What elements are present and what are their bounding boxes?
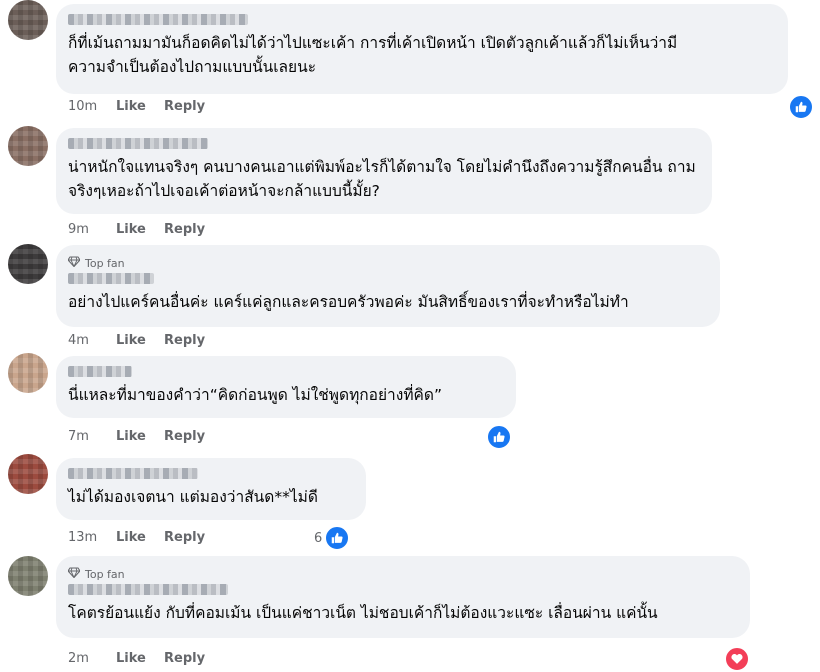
- comment-actions: 10m Like Reply: [68, 96, 205, 116]
- top-fan-label: Top fan: [85, 256, 125, 270]
- thumbs-up-icon: [324, 525, 351, 551]
- author-name-blurred[interactable]: [68, 138, 208, 149]
- comment-text-line: โคตรย้อนแย้ง กับที่คอมเม้น เป็นแค่ชาวเน็…: [68, 604, 658, 622]
- timestamp: 13m: [68, 529, 98, 545]
- reaction-summary[interactable]: [486, 424, 512, 450]
- reply-button[interactable]: Reply: [164, 99, 205, 114]
- comment-text-line: ไม่ได้มองเจตนา แต่มองว่าสันด**ไม่ดี: [68, 488, 318, 506]
- reply-button[interactable]: Reply: [164, 222, 205, 237]
- comment-actions: 9m Like Reply: [68, 219, 205, 239]
- diamond-icon: [67, 256, 85, 270]
- reply-button[interactable]: Reply: [164, 530, 205, 545]
- author-name-blurred[interactable]: [68, 366, 132, 377]
- timestamp: 2m: [68, 650, 89, 666]
- author-name-blurred[interactable]: [68, 273, 154, 284]
- reaction-summary[interactable]: [724, 646, 750, 672]
- top-fan-badge: Top fan: [67, 566, 738, 582]
- reaction-summary[interactable]: 6: [314, 525, 351, 551]
- reaction-summary[interactable]: [788, 94, 814, 120]
- like-button[interactable]: Like: [116, 429, 164, 444]
- like-button[interactable]: Like: [116, 651, 164, 666]
- reply-button[interactable]: Reply: [164, 651, 205, 666]
- top-fan-badge: Top fan: [67, 255, 708, 271]
- comment-bubble: ไม่ได้มองเจตนา แต่มองว่าสันด**ไม่ดี: [56, 458, 366, 520]
- comment-text-line: จริงๆเหอะถ้าไปเจอเค้าต่อหน้าจะกล้าแบบนี้…: [68, 182, 380, 200]
- avatar[interactable]: [8, 454, 48, 494]
- timestamp: 7m: [68, 428, 89, 444]
- thumbs-up-icon: [788, 94, 814, 120]
- comment-text-line: อย่างไปแคร์คนอื่นค่ะ แคร์แค่ลูกและครอบคร…: [68, 293, 629, 311]
- avatar[interactable]: [8, 244, 48, 284]
- comment-bubble: Top fan อย่างไปแคร์คนอื่นค่ะ แคร์แค่ลูกแล…: [56, 245, 720, 327]
- thumbs-up-icon: [486, 424, 512, 450]
- comment-text-line: ความจำเป็นต้องไปถามแบบนั้นเลยนะ: [68, 58, 317, 76]
- comment-bubble: Top fan โคตรย้อนแย้ง กับที่คอมเม้น เป็นแค…: [56, 556, 750, 638]
- avatar[interactable]: [8, 556, 48, 596]
- reply-button[interactable]: Reply: [164, 429, 205, 444]
- comment-text-line: ก็ที่เม้นถามมามันก็อดคิดไม่ได้ว่าไปแซะเค…: [68, 34, 678, 52]
- like-button[interactable]: Like: [116, 530, 164, 545]
- reply-button[interactable]: Reply: [164, 333, 205, 348]
- diamond-icon: [67, 567, 85, 581]
- like-button[interactable]: Like: [116, 333, 164, 348]
- top-fan-label: Top fan: [85, 567, 125, 581]
- timestamp: 4m: [68, 332, 89, 348]
- comment-text-line: น่าหนักใจแทนจริงๆ คนบางคนเอาแต่พิมพ์อะไร…: [68, 158, 696, 176]
- like-button[interactable]: Like: [116, 222, 164, 237]
- comment-bubble: น่าหนักใจแทนจริงๆ คนบางคนเอาแต่พิมพ์อะไร…: [56, 128, 712, 214]
- comment-bubble: นี่แหละที่มาของคำว่า“คิดก่อนพูด ไม่ใช่พู…: [56, 356, 516, 418]
- reaction-count: 6: [314, 530, 323, 546]
- avatar[interactable]: [8, 353, 48, 393]
- author-name-blurred[interactable]: [68, 468, 198, 479]
- comment-actions: 7m Like Reply: [68, 426, 205, 446]
- comment-bubble: ก็ที่เม้นถามมามันก็อดคิดไม่ได้ว่าไปแซะเค…: [56, 4, 788, 94]
- comment-actions: 4m Like Reply: [68, 330, 205, 350]
- like-button[interactable]: Like: [116, 99, 164, 114]
- author-name-blurred[interactable]: [68, 14, 248, 25]
- comment-actions: 13m Like Reply: [68, 527, 205, 547]
- author-name-blurred[interactable]: [68, 584, 228, 595]
- comment-actions: 2m Like Reply: [68, 648, 205, 668]
- comment-text-line: นี่แหละที่มาของคำว่า“คิดก่อนพูด ไม่ใช่พู…: [68, 386, 443, 404]
- avatar[interactable]: [8, 0, 48, 40]
- avatar[interactable]: [8, 126, 48, 166]
- timestamp: 9m: [68, 221, 89, 237]
- heart-icon: [724, 646, 750, 672]
- timestamp: 10m: [68, 98, 98, 114]
